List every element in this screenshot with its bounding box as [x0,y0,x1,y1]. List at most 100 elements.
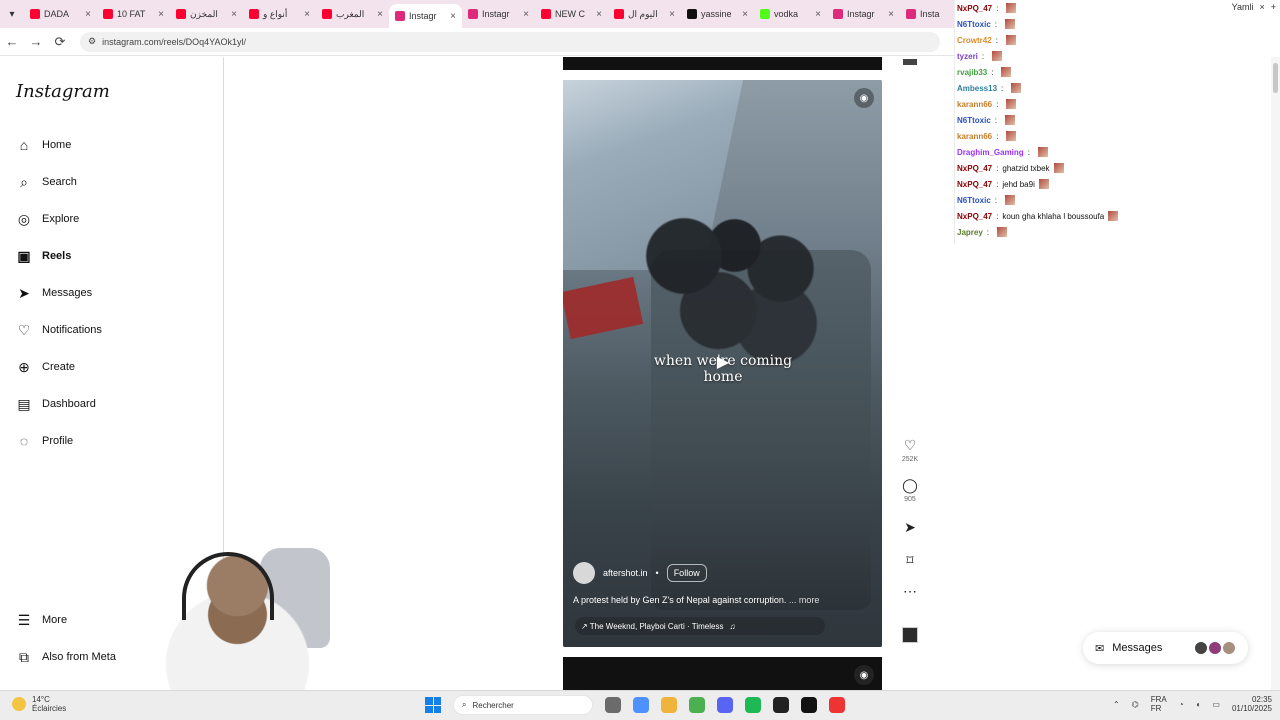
chat-username[interactable]: NxPQ_47 [957,164,992,173]
network-icon[interactable]: ⌬ [1132,700,1139,709]
close-icon[interactable]: × [450,11,456,22]
chat-username[interactable]: N6Ttoxic [957,20,991,29]
chat-username[interactable]: NxPQ_47 [957,4,992,13]
previous-reel-thumbnail[interactable] [903,59,917,65]
save-action[interactable]: ⌑ [906,552,913,569]
follow-button[interactable]: Follow [666,564,707,582]
page-scrollbar[interactable] [1271,57,1280,690]
close-icon[interactable]: × [1259,2,1264,12]
close-icon[interactable]: × [742,9,748,20]
forward-icon[interactable]: → [24,34,48,49]
author-name[interactable]: aftershot.in [603,568,648,578]
close-icon[interactable]: × [158,9,164,20]
browser-tab[interactable]: Instagr × [389,4,462,28]
browser-tab[interactable]: Instagr × [827,3,900,25]
chat-username[interactable]: Japrey [957,228,983,237]
sidebar-bottom-item[interactable]: ⧉ Also from Meta [16,649,116,665]
add-icon[interactable]: + [1271,2,1276,12]
close-icon[interactable]: × [815,9,821,20]
close-icon[interactable]: × [669,9,675,20]
sidebar-item-reels[interactable]: ▣ Reels [16,248,71,264]
like-action[interactable]: ♡ 252K [902,437,918,463]
chat-username[interactable]: N6Ttoxic [957,116,991,125]
chat-username[interactable]: Draghim_Gaming [957,148,1024,157]
spotify-icon[interactable] [745,697,761,713]
send-icon[interactable]: ➤ [904,519,916,536]
obs-icon[interactable] [773,697,789,713]
wifi-icon[interactable]: ◔ [1179,700,1184,709]
share-action[interactable]: ➤ [904,519,916,536]
battery-icon[interactable]: ▭ [1212,700,1220,709]
browser-tab[interactable]: NEW C × [535,3,608,25]
author-avatar[interactable] [573,562,595,584]
close-icon[interactable]: × [231,9,237,20]
windows-start-icon[interactable] [425,697,441,713]
bookmark-icon[interactable]: ⌑ [906,552,913,569]
browser-tab[interactable]: 10 FAT × [97,3,170,25]
instagram-logo[interactable]: Instagram [16,81,110,102]
browser-tab[interactable]: اليوم ال × [608,3,681,25]
back-icon[interactable]: ← [0,34,24,49]
site-info-icon[interactable]: ⚙ [88,36,96,47]
chrome-alt-icon[interactable] [829,697,845,713]
chat-username[interactable]: NxPQ_47 [957,212,992,221]
sidebar-item-profile[interactable]: ◌ Profile [16,433,73,449]
reel-player[interactable]: ◉ when we're coming home ▶ aftershot.in … [563,80,882,647]
tab-search-icon[interactable]: ▾ [0,9,24,20]
copilot-icon[interactable] [633,697,649,713]
more-link[interactable]: ... more [789,595,820,605]
next-sound-icon[interactable]: ◉ [854,665,874,685]
close-icon[interactable]: × [888,9,894,20]
sidebar-bottom-item[interactable]: ☰ More [16,612,67,628]
sidebar-item-search[interactable]: ⌕ Search [16,174,77,190]
close-icon[interactable]: × [304,9,310,20]
play-icon[interactable]: ▶ [713,352,733,372]
chrome-icon[interactable] [689,697,705,713]
comment-icon[interactable]: ◯ [902,477,918,494]
sidebar-item-create[interactable]: ⊕ Create [16,359,75,375]
chat-username[interactable]: karann66 [957,132,992,141]
close-icon[interactable]: × [596,9,602,20]
sound-icon[interactable]: ◉ [854,88,874,108]
next-reel-preview[interactable]: ◉ [563,657,882,690]
yamli-tab[interactable]: Yamli [1232,2,1254,12]
sidebar-item-dashboard[interactable]: ▤ Dashboard [16,396,95,412]
browser-tab[interactable]: Instagr × [462,3,535,25]
task-view-icon[interactable] [605,697,621,713]
sidebar-item-notifications[interactable]: ♡ Notifications [16,322,102,338]
browser-tab[interactable]: vodka × [754,3,827,25]
file-explorer-icon[interactable] [661,697,677,713]
browser-tab[interactable]: المغرب × [316,3,389,25]
previous-reel-preview[interactable] [563,57,882,70]
clock[interactable]: 02:35 01/10/2025 [1232,695,1272,713]
taskbar-search[interactable]: ⌕ Rechercher [453,695,593,715]
browser-tab[interactable]: DADA × [24,3,97,25]
chat-username[interactable]: rvajib33 [957,68,987,77]
comment-action[interactable]: ◯ 905 [902,477,918,503]
browser-tab[interactable]: أنواع و × [243,3,316,25]
reload-icon[interactable]: ⟳ [48,34,72,50]
sidebar-item-explore[interactable]: ◎ Explore [16,211,79,227]
browser-tab[interactable]: المخزن × [170,3,243,25]
heart-icon[interactable]: ♡ [904,437,917,454]
volume-icon[interactable]: ◖ [1196,700,1201,709]
url-field[interactable]: ⚙ instagram.com/reels/DOq4YAOk1yl/ [80,31,940,52]
music-bar[interactable]: ↗ The Weeknd, Playboi Carti · Timeless ♫ [575,617,825,635]
chat-username[interactable]: karann66 [957,100,992,109]
lang-indicator[interactable]: FRA FR [1151,695,1167,713]
close-icon[interactable]: × [85,9,91,20]
sidebar-item-home[interactable]: ⌂ Home [16,137,72,153]
close-icon[interactable]: × [523,9,529,20]
chat-username[interactable]: Crowtr42 [957,36,992,45]
weather-widget[interactable]: 14°C Éclaircies [12,695,66,713]
terminal-icon[interactable] [801,697,817,713]
tray-up-icon[interactable]: ⌃ [1113,700,1120,709]
messages-pill[interactable]: ✉ Messages [1083,632,1248,664]
scrollbar-thumb[interactable] [1273,63,1278,93]
chat-username[interactable]: Ambess13 [957,84,997,93]
chat-username[interactable]: tyzeri [957,52,978,61]
more-options-icon[interactable]: ⋯ [903,583,917,600]
options-action[interactable]: ⋯ [903,583,917,600]
sidebar-item-messages[interactable]: ➤ Messages [16,285,92,301]
chat-username[interactable]: N6Ttoxic [957,196,991,205]
